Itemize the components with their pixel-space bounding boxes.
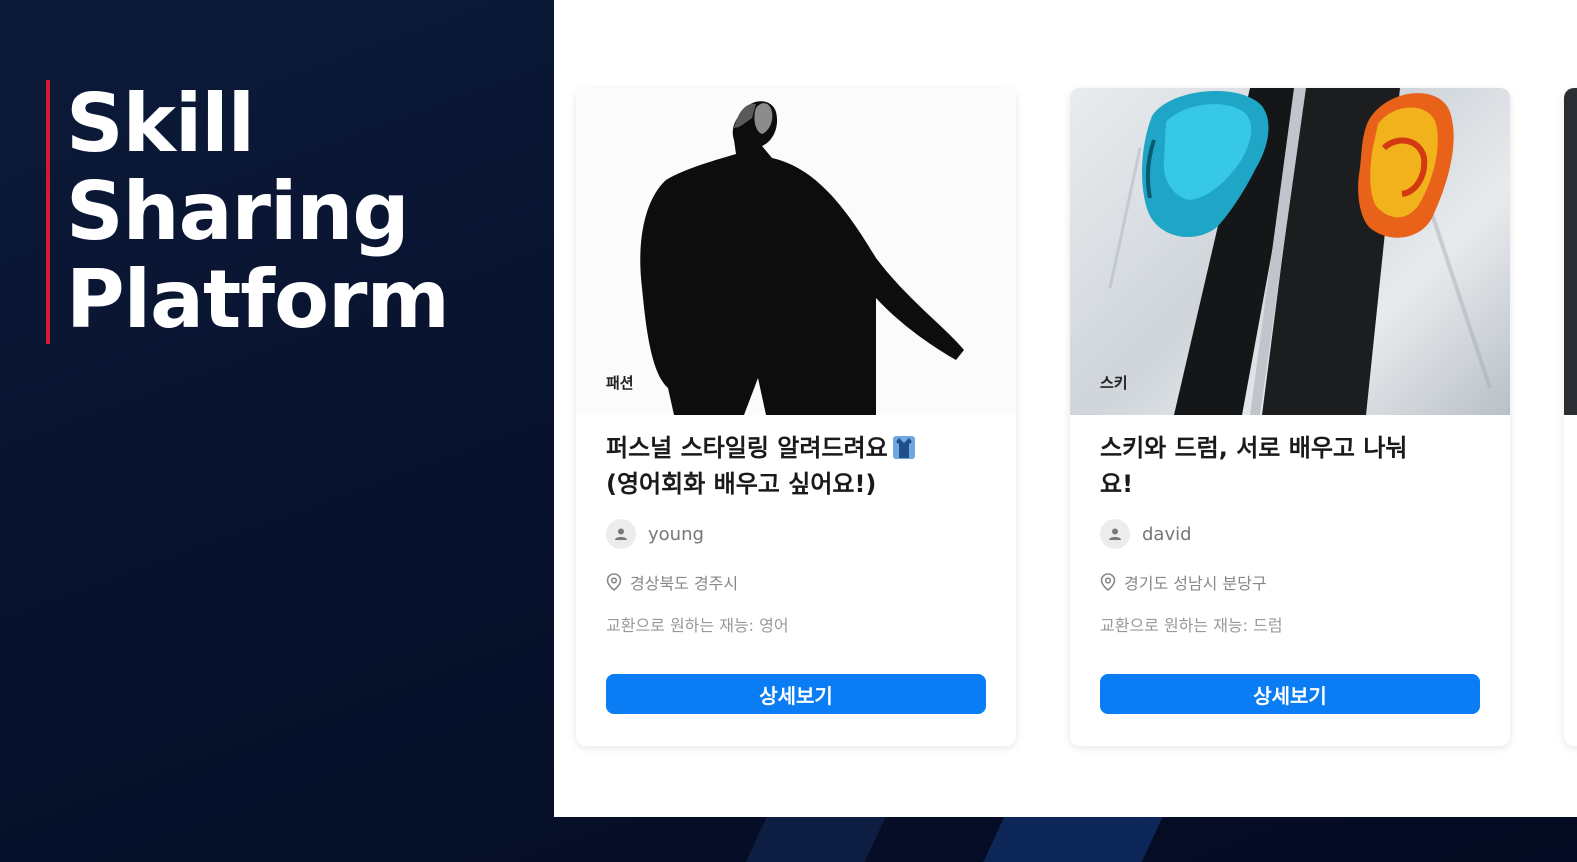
author-row: david bbox=[1100, 518, 1192, 550]
clothing-icon bbox=[892, 434, 916, 460]
category-badge: 스키 bbox=[1100, 374, 1128, 392]
card-title: 퍼스널 스타일링 알려드려요 (영어회화 배우고 싶어요!) bbox=[606, 430, 986, 502]
skill-card[interactable]: 패션 퍼스널 스타일링 알려드려요 (영어회화 배우고 싶어요!) young … bbox=[576, 88, 1016, 746]
user-icon bbox=[1109, 528, 1121, 540]
card-image-fashion: 패션 bbox=[576, 88, 1016, 415]
user-icon bbox=[615, 528, 627, 540]
card-image-partial bbox=[1564, 88, 1577, 415]
card-title: 스키와 드럼, 서로 배우고 나눠 요! bbox=[1100, 430, 1480, 502]
detail-button[interactable]: 상세보기 bbox=[1100, 674, 1480, 714]
card-title-line2: 요! bbox=[1100, 470, 1134, 498]
location-pin-icon bbox=[606, 573, 622, 591]
ski-goggles-image bbox=[1108, 88, 1492, 415]
headline-line-3: Platform bbox=[66, 253, 450, 346]
card-image-ski: 스키 bbox=[1070, 88, 1510, 415]
author-name: david bbox=[1142, 523, 1192, 545]
avatar bbox=[1100, 519, 1130, 549]
author-name: young bbox=[648, 523, 704, 545]
headline-line-1: Skill bbox=[66, 77, 255, 170]
screenshot-panel: 패션 퍼스널 스타일링 알려드려요 (영어회화 배우고 싶어요!) young … bbox=[554, 0, 1577, 817]
category-badge: 패션 bbox=[606, 374, 634, 392]
location-text: 경상북도 경주시 bbox=[630, 574, 739, 593]
skill-card-partial[interactable] bbox=[1564, 88, 1577, 746]
detail-button[interactable]: 상세보기 bbox=[606, 674, 986, 714]
location-row: 경기도 성남시 분당구 bbox=[1100, 570, 1267, 594]
author-row: young bbox=[606, 518, 704, 550]
location-text: 경기도 성남시 분당구 bbox=[1124, 574, 1267, 593]
card-title-text: 스키와 드럼, 서로 배우고 나눠 bbox=[1100, 434, 1408, 462]
wanted-skill: 교환으로 원하는 재능: 드럼 bbox=[1100, 616, 1283, 635]
headline-line-2: Sharing bbox=[66, 165, 410, 258]
location-row: 경상북도 경주시 bbox=[606, 570, 738, 594]
location-pin-icon bbox=[1100, 573, 1116, 591]
card-title-line2: (영어회화 배우고 싶어요!) bbox=[606, 470, 877, 498]
wanted-skill: 교환으로 원하는 재능: 영어 bbox=[606, 616, 789, 635]
skill-card[interactable]: 스키 스키와 드럼, 서로 배우고 나눠 요! david 경기도 성남시 분당… bbox=[1070, 88, 1510, 746]
avatar bbox=[606, 519, 636, 549]
fashion-model-image bbox=[640, 101, 964, 415]
card-title-text: 퍼스널 스타일링 알려드려요 bbox=[606, 434, 888, 462]
headline: Skill Sharing Platform bbox=[46, 80, 516, 344]
